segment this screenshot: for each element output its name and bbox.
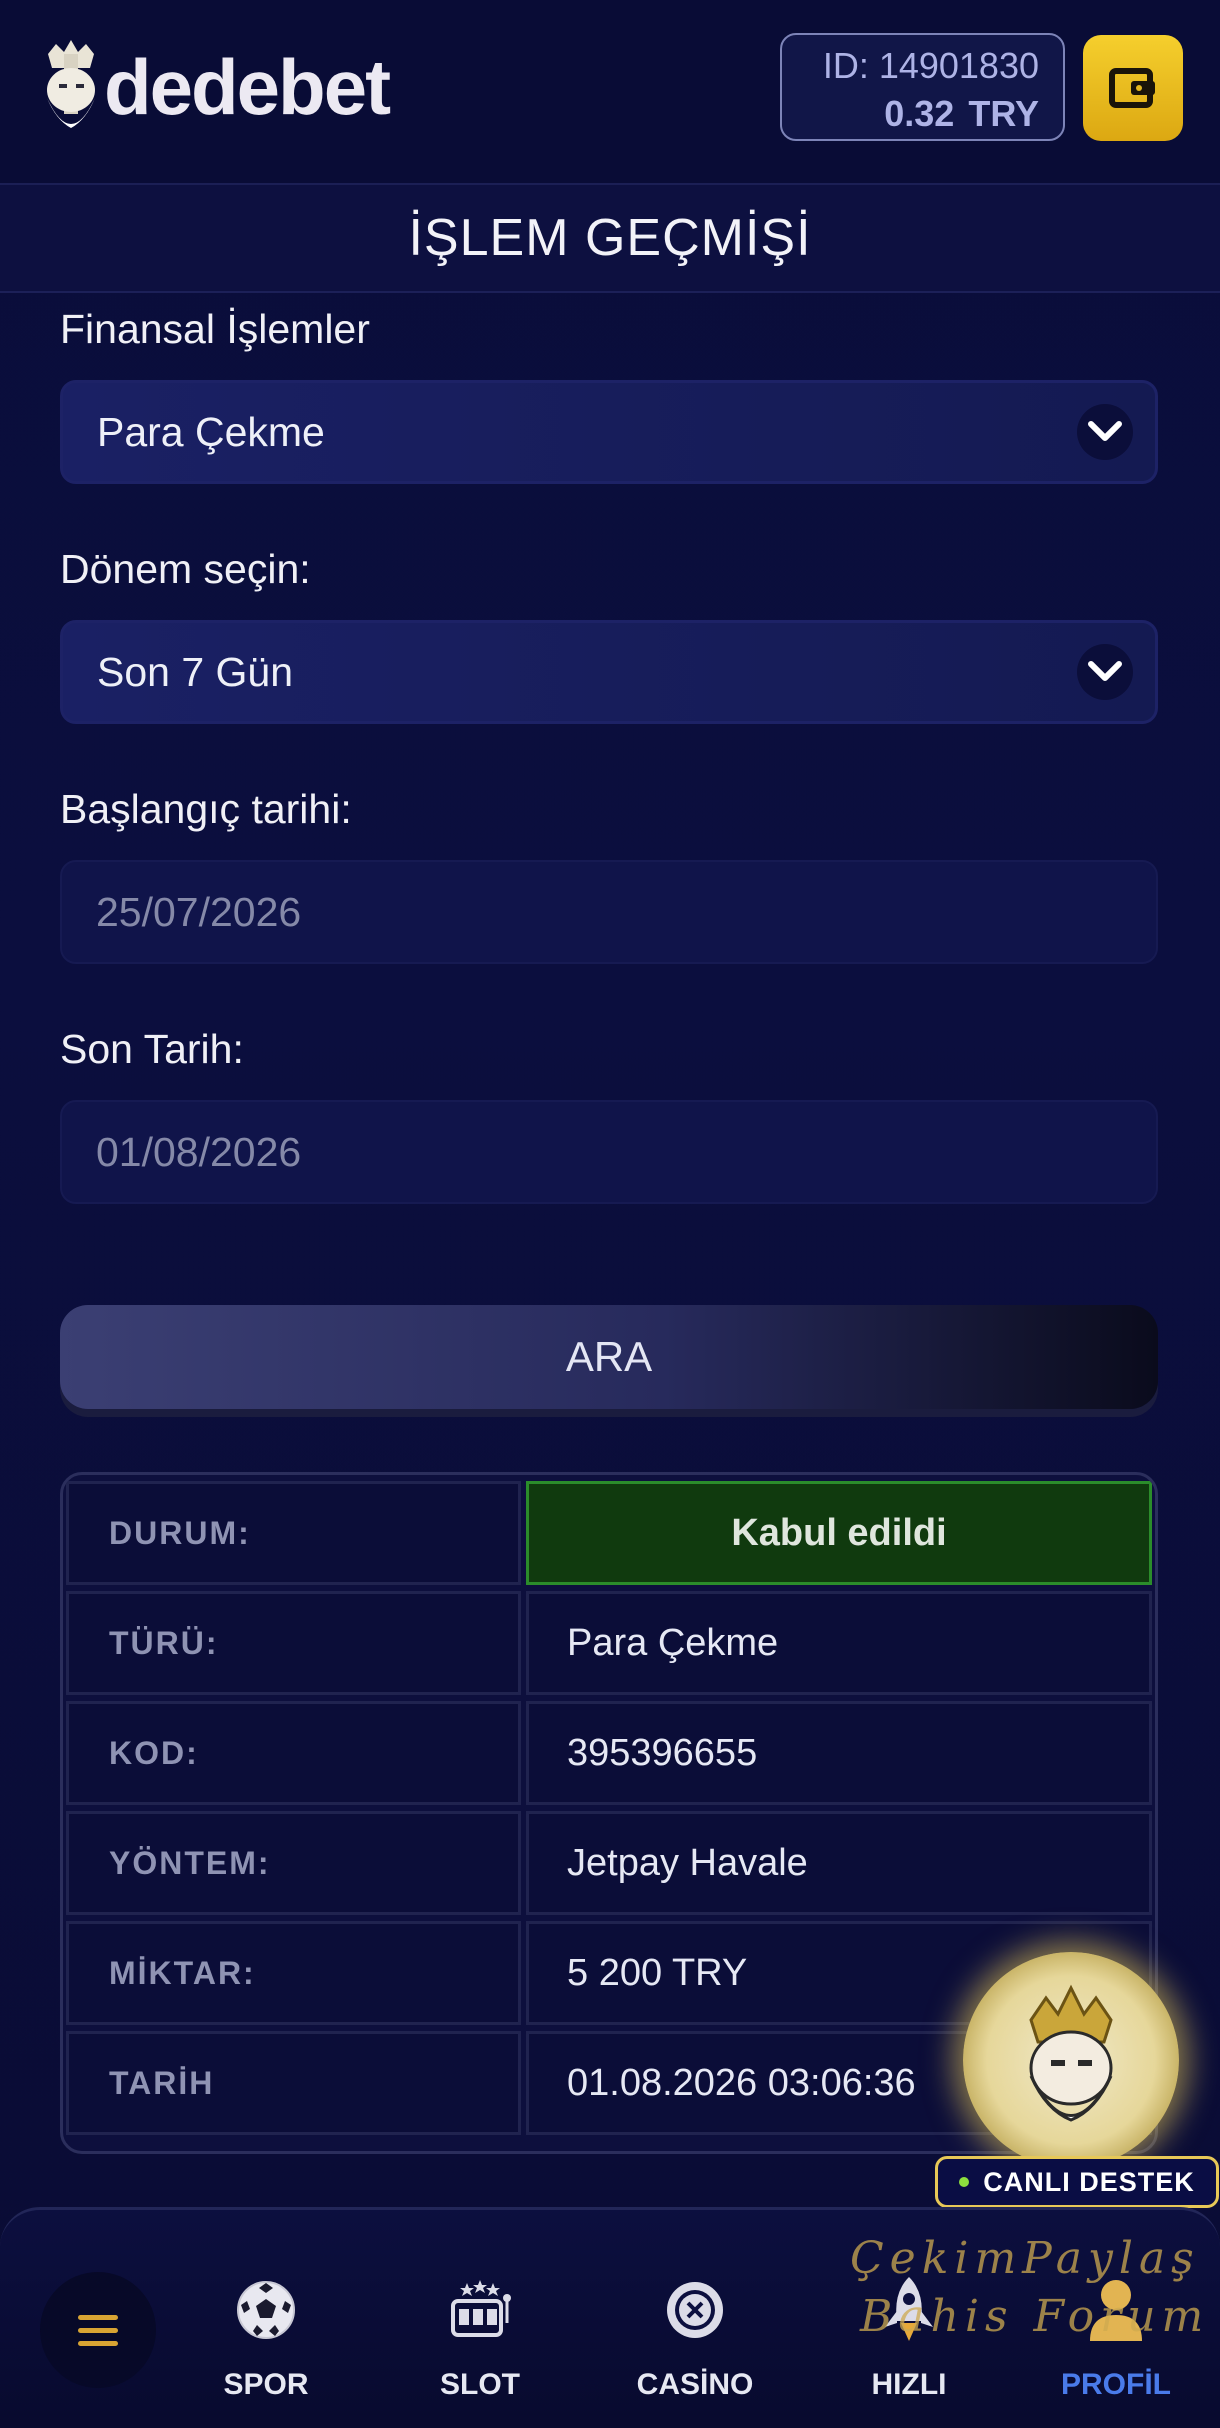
- nav-label: SPOR: [223, 2368, 309, 2401]
- account-balance-box[interactable]: ID: 14901830 0.32 TRY: [780, 33, 1065, 141]
- start-date-label: Başlangıç tarihi:: [60, 786, 352, 832]
- roulette-chip-icon: [667, 2282, 723, 2338]
- hamburger-menu-button[interactable]: [40, 2272, 156, 2388]
- nav-label: HIZLI: [871, 2368, 947, 2401]
- wallet-button[interactable]: [1083, 35, 1183, 141]
- nav-label: PROFİL: [1061, 2368, 1171, 2401]
- nav-label: CASİNO: [636, 2368, 754, 2401]
- slot-machine-icon: [451, 2280, 511, 2337]
- logo-text: dedebet: [104, 42, 391, 131]
- balance-currency: TRY: [968, 93, 1039, 134]
- key-amount: MİKTAR:: [109, 1954, 256, 1991]
- wallet-icon: [1109, 68, 1155, 108]
- brand-logo[interactable]: dedebet: [40, 36, 391, 146]
- key-date: TARİH: [109, 2064, 215, 2101]
- logo-king-icon: [47, 40, 95, 128]
- page-title-bar: İŞLEM GEÇMİŞİ: [0, 185, 1220, 293]
- chevron-down-icon: [1077, 644, 1133, 700]
- search-button[interactable]: ARA: [60, 1305, 1158, 1409]
- start-date-input[interactable]: 25/07/2026: [60, 860, 1158, 964]
- table-row: KOD: 395396655: [66, 1701, 1152, 1809]
- end-date-input[interactable]: 01/08/2026: [60, 1100, 1158, 1204]
- menu-line-icon: [78, 2314, 118, 2320]
- online-dot-icon: [959, 2177, 970, 2187]
- user-id: ID: 14901830: [822, 45, 1039, 86]
- key-code: KOD:: [109, 1734, 199, 1771]
- balance-amount: 0.32: [884, 93, 955, 134]
- nav-item-casino[interactable]: CASİNO: [605, 2270, 785, 2420]
- category-label: Finansal İşlemler: [60, 306, 370, 352]
- amount-value: 5 200 TRY: [567, 1951, 748, 1994]
- status-value: Kabul edildi: [731, 1511, 947, 1554]
- start-date-value: 25/07/2026: [96, 888, 302, 935]
- key-method: YÖNTEM:: [109, 1844, 271, 1881]
- row-key: KOD:: [66, 1701, 521, 1805]
- code-value: 395396655: [567, 1731, 758, 1774]
- live-support-button[interactable]: CANLI DESTEK: [935, 1952, 1219, 2208]
- period-select[interactable]: Son 7 Gün: [60, 620, 1158, 724]
- soccer-ball-icon: [237, 2281, 295, 2339]
- balance: 0.32 TRY: [782, 93, 1039, 135]
- user-icon: [1090, 2280, 1142, 2341]
- status-badge: Kabul edildi: [526, 1481, 1152, 1585]
- page-title: İŞLEM GEÇMİŞİ: [408, 209, 812, 267]
- period-value: Son 7 Gün: [97, 648, 294, 695]
- nav-item-hizli[interactable]: HIZLI: [819, 2270, 999, 2420]
- menu-line-icon: [78, 2327, 118, 2333]
- nav-item-profil[interactable]: PROFİL: [1026, 2270, 1206, 2420]
- row-key: YÖNTEM:: [66, 1811, 521, 1915]
- row-value: 395396655: [526, 1701, 1152, 1805]
- date-value: 01.08.2026 03:06:36: [567, 2061, 916, 2104]
- end-date-label: Son Tarih:: [60, 1026, 244, 1072]
- row-key: DURUM:: [66, 1481, 521, 1585]
- category-value: Para Çekme: [97, 408, 325, 455]
- table-row: YÖNTEM: Jetpay Havale: [66, 1811, 1152, 1919]
- category-select[interactable]: Para Çekme: [60, 380, 1158, 484]
- row-value: Jetpay Havale: [526, 1811, 1152, 1915]
- row-value: Para Çekme: [526, 1591, 1152, 1695]
- support-badge: CANLI DESTEK: [935, 2156, 1219, 2208]
- chevron-down-icon: [1077, 404, 1133, 460]
- period-label: Dönem seçin:: [60, 546, 311, 592]
- bottom-navigation: SPOR SLOT CASİNO HIZLI PROFİL: [0, 2207, 1220, 2428]
- row-key: TÜRÜ:: [66, 1591, 521, 1695]
- nav-item-slot[interactable]: SLOT: [390, 2270, 570, 2420]
- king-mascot-icon: [1029, 1984, 1113, 2122]
- support-label: CANLI DESTEK: [983, 2166, 1195, 2197]
- end-date-value: 01/08/2026: [96, 1128, 302, 1175]
- nav-label: SLOT: [440, 2368, 520, 2401]
- search-button-label: ARA: [565, 1333, 653, 1380]
- row-key: MİKTAR:: [66, 1921, 521, 2025]
- nav-item-spor[interactable]: SPOR: [176, 2270, 356, 2420]
- support-avatar: [963, 1952, 1179, 2168]
- menu-line-icon: [78, 2340, 118, 2346]
- table-row: DURUM: Kabul edildi: [66, 1481, 1152, 1589]
- table-row: TÜRÜ: Para Çekme: [66, 1591, 1152, 1699]
- type-value: Para Çekme: [567, 1621, 779, 1664]
- method-value: Jetpay Havale: [567, 1841, 808, 1884]
- row-key: TARİH: [66, 2031, 521, 2135]
- key-type: TÜRÜ:: [109, 1624, 219, 1661]
- app-header: dedebet ID: 14901830 0.32 TRY: [0, 0, 1220, 185]
- rocket-icon: [885, 2277, 933, 2341]
- key-status: DURUM:: [109, 1514, 251, 1551]
